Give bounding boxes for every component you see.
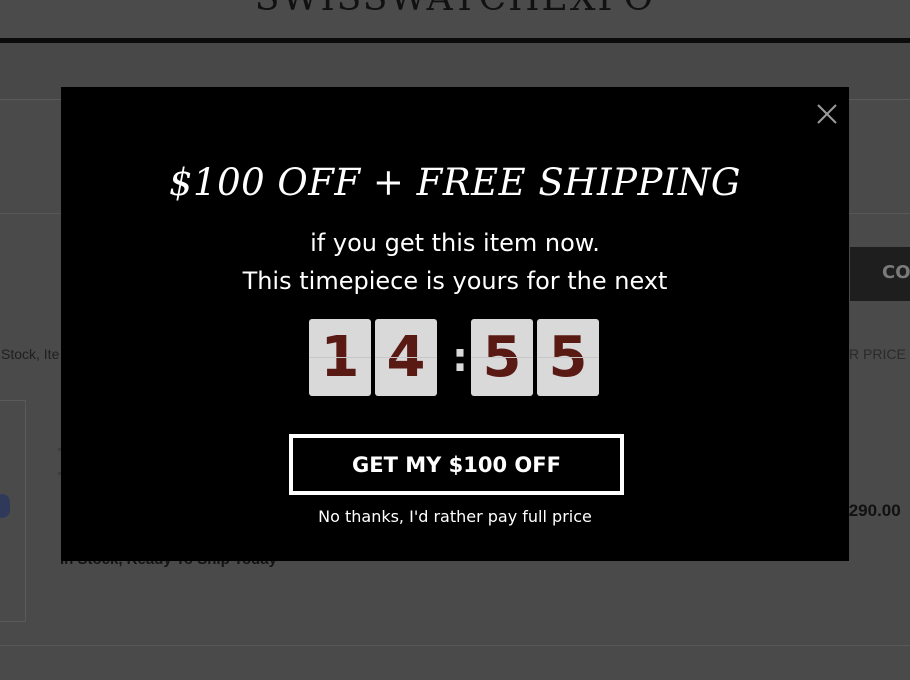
sort-price-label[interactable]: R PRICE	[849, 346, 906, 362]
timer-digit-minutes-ones: 4	[375, 319, 437, 396]
timer-digit-seconds-ones: 5	[537, 319, 599, 396]
section-divider	[0, 645, 910, 646]
countdown-timer: 1 4 : 5 5	[309, 319, 601, 396]
product-price: ,290.00	[844, 501, 901, 520]
close-icon[interactable]	[813, 100, 841, 128]
product-thumbnail	[0, 494, 10, 518]
contact-button[interactable]: CON	[850, 247, 910, 301]
timer-separator: :	[452, 334, 468, 381]
decline-offer-link[interactable]: No thanks, I'd rather pay full price	[61, 507, 849, 526]
promo-modal: $100 OFF + FREE SHIPPING if you get this…	[61, 87, 849, 561]
contact-button-label: CON	[882, 262, 910, 283]
promo-subtext-1: if you get this item now.	[310, 229, 600, 257]
site-logo[interactable]: SWISSWATCHEXPO	[0, 0, 910, 19]
promo-subtext-2: This timepiece is yours for the next	[242, 267, 668, 295]
site-header: SWISSWATCHEXPO	[0, 0, 910, 38]
filter-stock-label[interactable]: Stock, Ite	[1, 346, 59, 362]
promo-headline: $100 OFF + FREE SHIPPING	[168, 161, 741, 204]
timer-digit-seconds-tens: 5	[471, 319, 533, 396]
get-discount-button[interactable]: GET MY $100 OFF	[289, 434, 624, 495]
timer-digit-minutes-tens: 1	[309, 319, 371, 396]
